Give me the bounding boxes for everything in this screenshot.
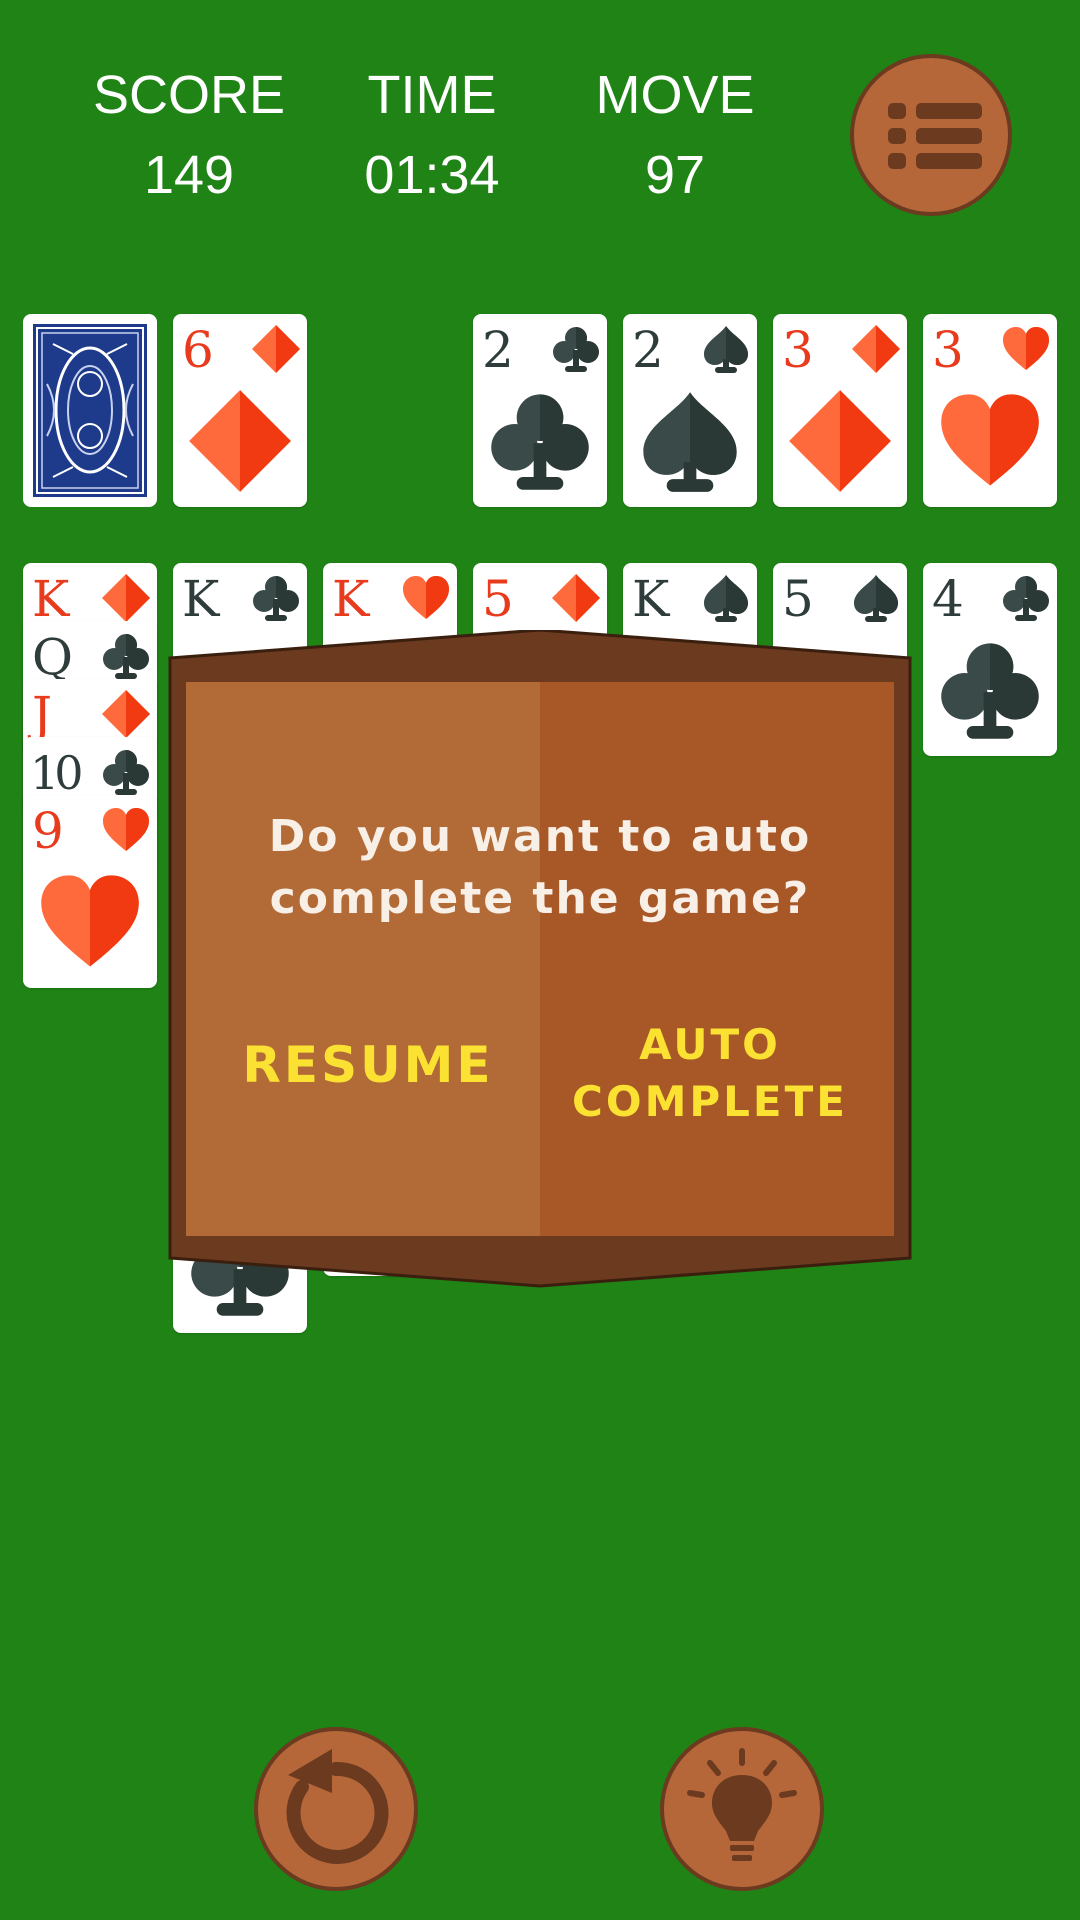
question-line-1: Do you want to auto: [268, 811, 812, 862]
card-rank: 4: [932, 570, 964, 628]
time-label: TIME: [367, 65, 497, 125]
card-rank: K: [182, 570, 219, 628]
time-stat: TIME 01:34: [312, 62, 552, 208]
diamond-icon: [101, 689, 151, 739]
dialog-frame: [168, 630, 912, 1288]
spade-icon: [701, 573, 751, 623]
heart-icon: [37, 869, 143, 975]
club-icon: [1001, 573, 1051, 623]
diamond-icon: [251, 324, 301, 374]
resume-button[interactable]: RESUME: [208, 1035, 528, 1095]
menu-list-icon: [888, 103, 982, 169]
spade-icon: [637, 388, 743, 494]
card-rank: K: [32, 570, 69, 628]
auto-complete-line-1: AUTO: [639, 1020, 781, 1069]
card-rank: 3: [932, 321, 964, 379]
undo-button[interactable]: [254, 1727, 418, 1891]
heart-icon: [1001, 324, 1051, 374]
diamond-icon: [551, 573, 601, 623]
heart-icon: [937, 388, 1043, 494]
card-rank: 5: [782, 570, 814, 628]
move-label: MOVE: [595, 65, 755, 125]
score-label: SCORE: [92, 65, 286, 125]
club-icon: [551, 324, 601, 374]
hint-button[interactable]: [660, 1727, 824, 1891]
undo-icon: [286, 1749, 389, 1864]
diamond-icon: [101, 573, 151, 623]
move-value: 97: [644, 145, 706, 205]
heart-icon: [101, 805, 151, 855]
club-icon: [101, 631, 151, 681]
card-rank: 6: [182, 321, 214, 379]
card-rank: 2: [482, 321, 514, 379]
card-back-pattern: [33, 324, 147, 497]
score-value: 149: [143, 145, 235, 205]
club-icon: [487, 388, 593, 494]
tableau-card[interactable]: 9: [23, 795, 157, 988]
foundation-clubs[interactable]: 2: [473, 314, 607, 507]
move-stat: MOVE 97: [555, 62, 795, 208]
diamond-icon: [787, 388, 893, 494]
tableau-card[interactable]: 4: [923, 563, 1057, 756]
card-rank: 5: [482, 570, 514, 628]
stock-pile[interactable]: [23, 314, 157, 507]
foundation-spades[interactable]: 2: [623, 314, 757, 507]
question-line-2: complete the game?: [269, 873, 811, 924]
auto-complete-button[interactable]: AUTO COMPLETE: [550, 1016, 870, 1130]
heart-icon: [401, 573, 451, 623]
card-rank: 3: [782, 321, 814, 379]
card-rank: J: [32, 686, 52, 744]
dialog-question: Do you want to auto complete the game?: [208, 806, 872, 930]
waste-card[interactable]: 6: [173, 314, 307, 507]
club-icon: [251, 573, 301, 623]
card-rank: 9: [32, 802, 64, 860]
card-rank: K: [332, 570, 369, 628]
time-value: 01:34: [364, 145, 500, 205]
lightbulb-hint-icon: [687, 1748, 797, 1861]
score-stat: SCORE 149: [69, 62, 309, 208]
menu-button[interactable]: [850, 54, 1012, 216]
diamond-icon: [851, 324, 901, 374]
foundation-diamonds[interactable]: 3: [773, 314, 907, 507]
spade-icon: [851, 573, 901, 623]
card-rank: 2: [632, 321, 664, 379]
card-rank: Q: [32, 628, 73, 686]
auto-complete-dialog: Do you want to auto complete the game? R…: [168, 630, 912, 1288]
diamond-icon: [187, 388, 293, 494]
card-rank: K: [632, 570, 669, 628]
foundation-hearts[interactable]: 3: [923, 314, 1057, 507]
club-icon: [937, 637, 1043, 743]
card-rank: 10: [30, 746, 84, 800]
auto-complete-line-2: COMPLETE: [572, 1077, 848, 1126]
spade-icon: [701, 324, 751, 374]
club-icon: [101, 747, 151, 797]
